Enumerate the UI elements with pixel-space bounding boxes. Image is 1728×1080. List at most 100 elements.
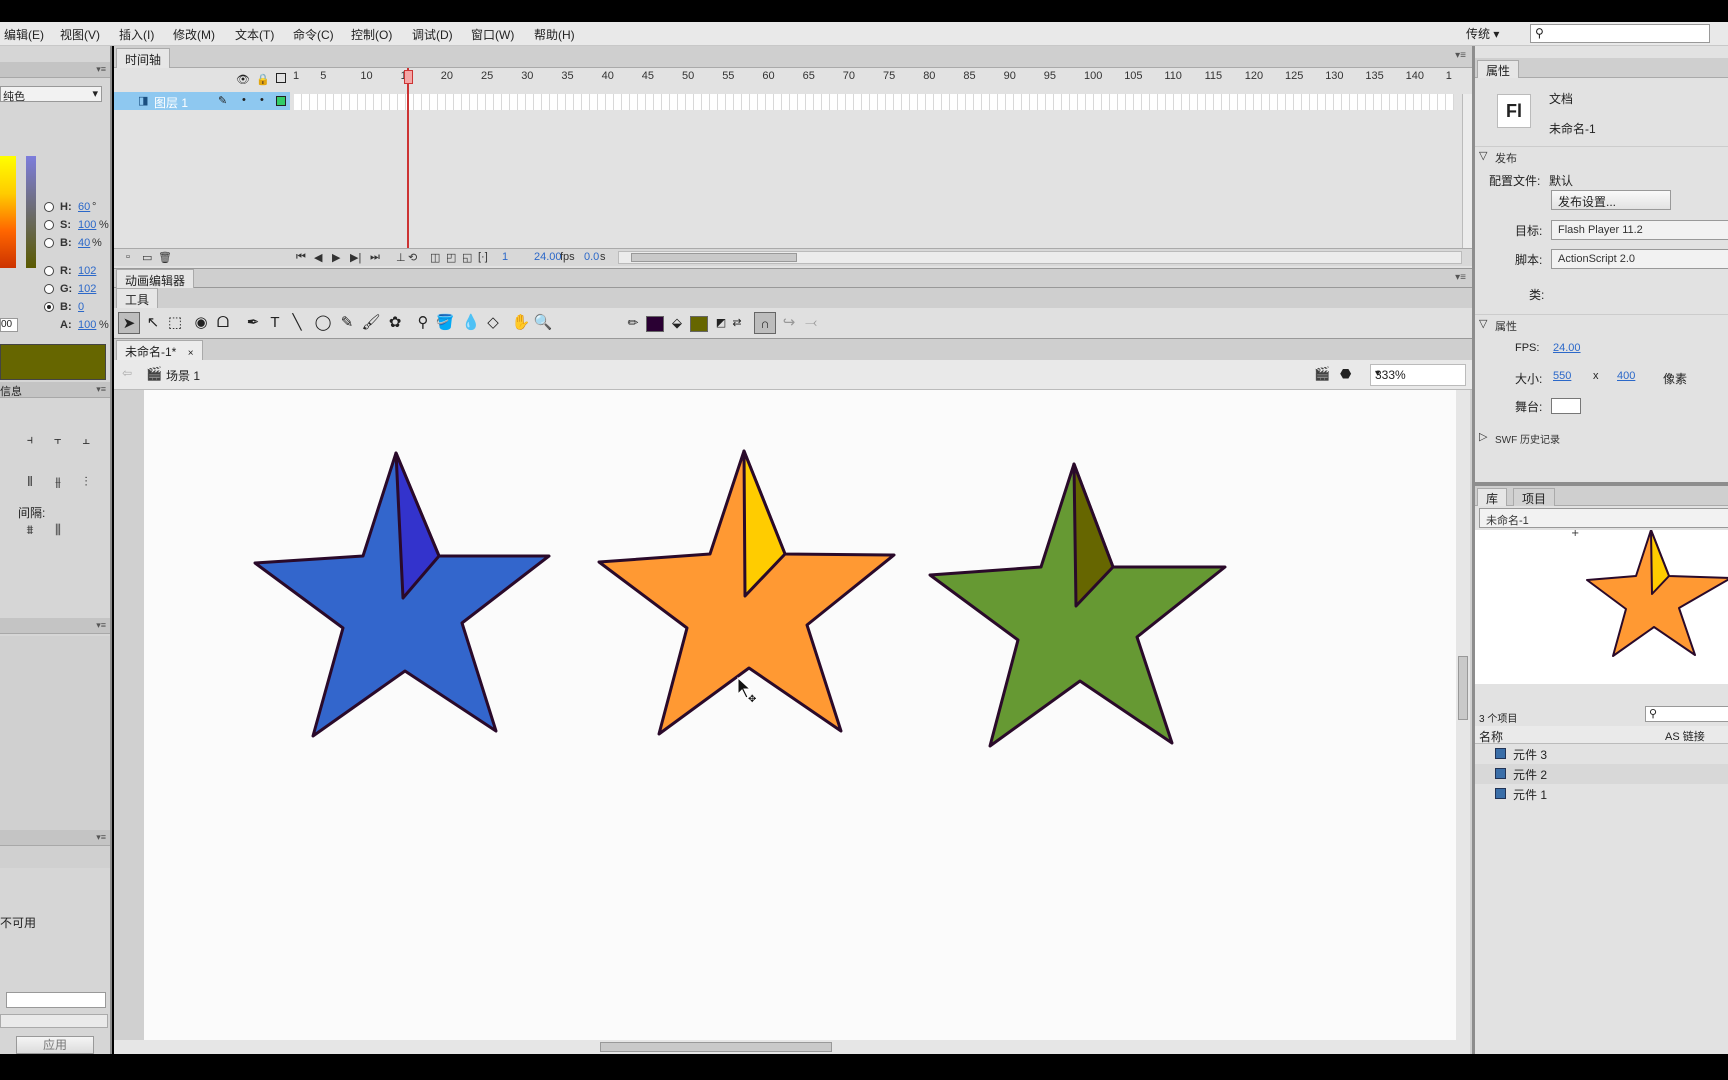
onion-skin-icon[interactable]: ◫ [430,251,440,264]
eye-icon[interactable]: 👁 [236,73,250,86]
back-arrow-icon[interactable]: ⇦ [122,366,132,380]
pen-tool[interactable]: ✒ [242,312,264,334]
current-frame[interactable]: 1 [502,251,508,263]
play-icon[interactable]: ▶ [332,251,340,264]
workspace-switcher[interactable]: 传统 ▾ [1466,25,1499,42]
eyedropper-tool[interactable]: 💧 [460,312,482,334]
r-radio[interactable] [44,266,54,276]
straighten-icon[interactable]: ⤙ [800,312,822,334]
width-value[interactable]: 550 [1553,370,1571,382]
menu-debug[interactable]: 调试(D) [412,26,453,43]
distribute-center-icon[interactable]: ⫵ [50,474,66,490]
selection-tool[interactable]: ➤ [118,312,140,334]
stage-hscroll-thumb[interactable] [600,1042,832,1052]
oval-tool[interactable]: ◯ [312,312,334,334]
publish-settings-button[interactable]: 发布设置... [1551,190,1671,210]
center-frame-icon[interactable]: ⊥ [396,251,406,264]
brightness-slider[interactable] [26,156,36,268]
library-item[interactable]: 元件 1 [1475,784,1728,804]
blue-value[interactable]: 0 [78,301,84,313]
text-tool[interactable]: T [264,312,286,334]
blue-radio[interactable] [44,302,54,312]
stage-vscroll[interactable] [1456,390,1470,1040]
height-value[interactable]: 400 [1617,370,1635,382]
properties-section[interactable]: ▽ 属性 [1475,314,1728,333]
menu-commands[interactable]: 命令(C) [293,26,334,43]
target-select[interactable]: Flash Player 11.2 [1551,220,1728,240]
column-name[interactable]: 名称 [1479,728,1503,745]
text-input[interactable] [6,992,106,1008]
blue-star[interactable] [253,451,551,738]
g-value[interactable]: 102 [78,283,96,295]
tab-document[interactable]: 未命名-1* × [116,340,203,360]
hand-tool[interactable]: ✋ [510,312,532,334]
line-tool[interactable]: ╲ [286,312,308,334]
close-icon[interactable]: × [188,348,194,359]
panel-menu-icon[interactable]: ▾≡ [96,832,106,843]
lasso-tool[interactable]: ᗝ [212,312,234,334]
prev-frame-icon[interactable]: ◀ [314,251,322,264]
layer-color-swatch[interactable] [276,96,286,106]
g-radio[interactable] [44,284,54,294]
hex-input[interactable]: 00 [0,318,18,332]
color-spectrum[interactable] [0,156,16,268]
delete-layer-icon[interactable]: 🗑 [158,251,172,264]
tab-motion-editor[interactable]: 动画编辑器 [116,269,195,289]
align-right-icon[interactable]: ⫠ [78,432,94,448]
s-radio[interactable] [44,220,54,230]
menu-view[interactable]: 视图(V) [60,26,100,43]
library-doc-select[interactable]: 未命名-1 [1479,508,1728,528]
loop-icon[interactable]: ⟲ [408,251,417,264]
space-vertical-icon[interactable]: ⩩ [22,522,38,538]
b-value[interactable]: 40 [78,237,90,249]
modify-markers-icon[interactable]: [·] [478,251,488,263]
menu-text[interactable]: 文本(T) [235,26,274,43]
align-center-icon[interactable]: ⫟ [50,432,66,448]
script-select[interactable]: ActionScript 2.0 [1551,249,1728,269]
r-value[interactable]: 102 [78,265,96,277]
last-frame-icon[interactable]: ⏭ [370,251,380,264]
library-search-input[interactable]: ⚲ [1645,706,1728,722]
frame-ruler[interactable]: 1510152025303540455055606570758085909510… [293,70,1454,86]
swap-colors-icon[interactable]: ⇄ [726,312,748,334]
h-value[interactable]: 60 [78,201,90,213]
edit-multiple-icon[interactable]: ◱ [462,251,472,264]
library-item[interactable]: 元件 3 [1475,744,1728,764]
edit-scene-icon[interactable]: 🎬 [1314,366,1330,382]
new-folder-icon[interactable]: ▭ [142,251,152,264]
timeline-hscroll-thumb[interactable] [631,253,797,262]
menu-edit[interactable]: 编辑(E) [4,26,44,43]
3d-rotation-tool[interactable]: ◉ [190,312,212,334]
s-value[interactable]: 100 [78,219,96,231]
h-radio[interactable] [44,202,54,212]
frame-grid[interactable] [294,94,1454,110]
layer-row[interactable]: ◨ 图层 1 ✎ • • [114,92,290,110]
stage-color-swatch[interactable] [1551,398,1581,414]
panel-menu-icon[interactable]: ▾≡ [96,620,106,631]
fps-value[interactable]: 24.00 [1553,342,1581,354]
stroke-color-swatch[interactable] [646,316,664,332]
help-search-input[interactable]: ⚲ [1530,24,1710,43]
distribute-left-icon[interactable]: ⫴ [22,474,38,490]
green-star[interactable] [928,462,1227,748]
stage-hscroll[interactable] [114,1040,1470,1054]
menu-help[interactable]: 帮助(H) [534,26,575,43]
apply-button[interactable]: 应用 [16,1036,94,1054]
timeline-vscroll[interactable] [1462,94,1472,248]
frame-rate[interactable]: 24.00 [534,251,562,263]
space-horizontal-icon[interactable]: ⫼ [50,522,66,538]
menu-modify[interactable]: 修改(M) [173,26,215,43]
publish-section[interactable]: ▽ 发布 [1475,146,1728,165]
alpha-value[interactable]: 100 [78,319,96,331]
panel-menu-icon[interactable]: ▾≡ [96,64,106,75]
menu-control[interactable]: 控制(O) [351,26,392,43]
snap-magnet-icon[interactable]: ∩ [754,312,776,334]
library-item[interactable]: 元件 2 [1475,764,1728,784]
stage-vscroll-thumb[interactable] [1458,656,1468,720]
visibility-dot[interactable]: • [242,94,246,106]
timeline-hscroll[interactable] [618,251,1462,264]
distribute-right-icon[interactable]: ⫶ [78,474,94,490]
tab-properties[interactable]: 属性 [1477,60,1520,78]
scene-name[interactable]: 场景 1 [166,367,200,384]
select-field[interactable] [0,1014,108,1028]
